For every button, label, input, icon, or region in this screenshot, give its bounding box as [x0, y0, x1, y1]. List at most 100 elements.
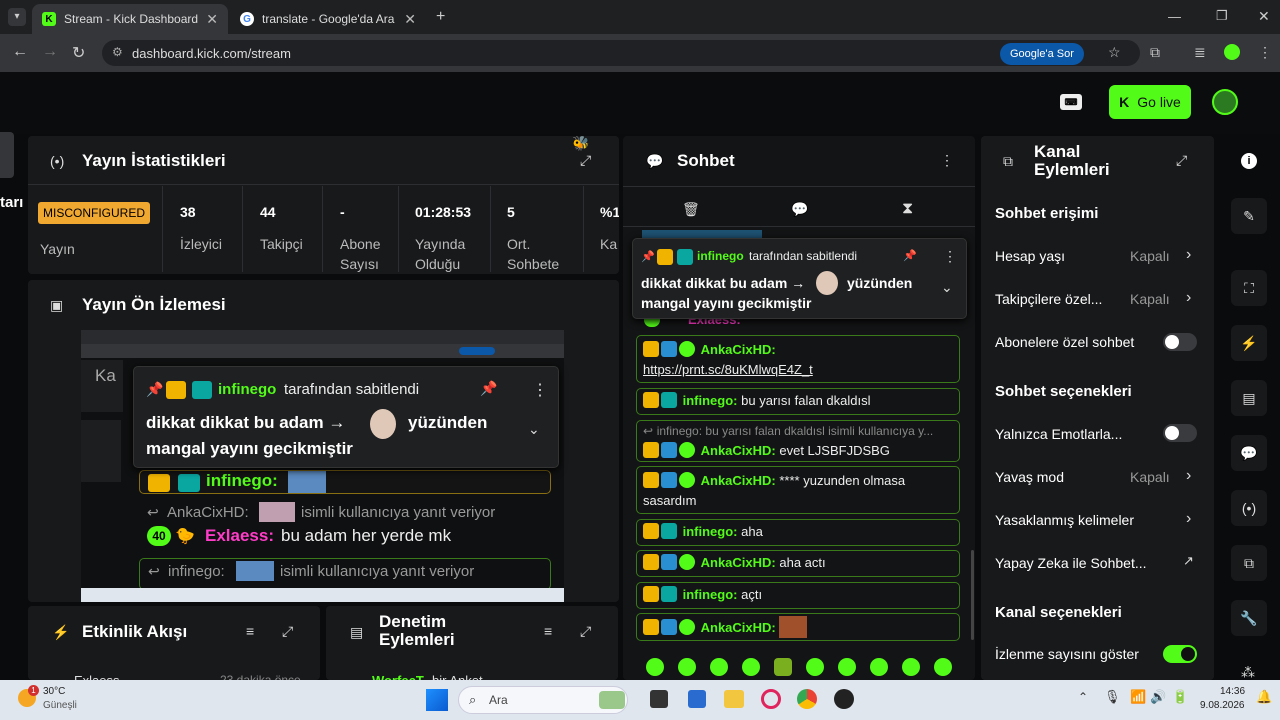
emote-icon[interactable]	[742, 658, 760, 676]
microphone-icon[interactable]: 🎙	[1104, 689, 1121, 705]
bookmark-star-icon[interactable]: ☆	[1108, 44, 1121, 61]
task-view-icon[interactable]	[650, 690, 668, 708]
emote-icon[interactable]	[710, 658, 728, 676]
screen-icon[interactable]: ⛶	[1231, 270, 1267, 306]
edit-icon[interactable]: ✎	[1231, 198, 1267, 234]
store-icon[interactable]	[688, 690, 706, 708]
clock-time[interactable]: 14:36	[1220, 686, 1245, 697]
popout-icon[interactable]: ⤢	[580, 623, 591, 640]
emote-icon[interactable]	[774, 658, 792, 676]
notification-icon[interactable]: 🔔	[1256, 689, 1272, 705]
profile-avatar-icon[interactable]	[1224, 44, 1240, 60]
windows-start-icon[interactable]	[426, 689, 448, 711]
emote-icon[interactable]	[838, 658, 856, 676]
emote-only-toggle[interactable]	[1163, 424, 1197, 442]
site-info-icon[interactable]: ⚙	[112, 45, 123, 59]
url-field[interactable]: ⚙ dashboard.kick.com/stream	[102, 40, 1140, 66]
chat-username[interactable]: AnkaCixHD:	[701, 443, 776, 458]
user-avatar[interactable]	[1212, 89, 1238, 115]
chrome-icon[interactable]	[797, 689, 817, 709]
ai-chat-row[interactable]: Yapay Zeka ile Sohbet... ↗	[985, 547, 1207, 579]
followers-only-row[interactable]: Takipçilere özel... Kapalı ›	[985, 283, 1207, 315]
popout-icon[interactable]: ⤢	[580, 152, 591, 169]
reload-icon[interactable]: ↻	[72, 43, 85, 63]
chat-message[interactable]: infinego: açtı	[636, 582, 960, 609]
banned-words-row[interactable]: Yasaklanmış kelimeler ›	[985, 504, 1207, 536]
close-tab-icon[interactable]: ✕	[206, 11, 218, 28]
document-icon[interactable]: ▤	[1231, 380, 1267, 416]
left-collapsed-panel[interactable]	[0, 132, 14, 178]
forward-icon[interactable]: →	[42, 43, 58, 61]
unpin-icon[interactable]: 📌	[480, 380, 497, 397]
chat-bubble-icon[interactable]: 💬	[791, 201, 808, 218]
battery-icon[interactable]: 🔋	[1172, 689, 1188, 705]
emote-icon[interactable]	[934, 658, 952, 676]
chevron-down-icon[interactable]: ⌄	[941, 279, 953, 296]
chat-message[interactable]: AnkaCixHD: https://prnt.sc/8uKMlwqE4Z_t	[636, 335, 960, 383]
chat-bubble-icon[interactable]: 💬	[1231, 435, 1267, 471]
new-tab-icon[interactable]: +	[436, 8, 445, 26]
extensions-icon[interactable]: ⧉	[1150, 44, 1160, 61]
chat-username[interactable]: AnkaCixHD:	[701, 620, 776, 635]
tab-google-search[interactable]: G translate - Google'da Ara ✕	[230, 4, 426, 34]
pinned-menu-icon[interactable]: ⋮	[532, 380, 548, 400]
show-viewers-toggle[interactable]	[1163, 645, 1197, 663]
slow-mode-row[interactable]: Yavaş mod Kapalı ›	[985, 461, 1207, 493]
chat-scrollbar[interactable]	[971, 550, 974, 640]
hourglass-icon[interactable]: ⧗	[902, 200, 913, 218]
chat-message[interactable]: ↩ infinego: bu yarısı falan dkaldısl isi…	[636, 420, 960, 462]
browser-menu-icon[interactable]: ⋮	[1258, 44, 1272, 61]
lightning-icon[interactable]: ⚡	[1231, 325, 1267, 361]
maximize-icon[interactable]: ❐	[1216, 8, 1228, 24]
reading-list-icon[interactable]: ≣	[1194, 44, 1206, 61]
popout-icon[interactable]: ⤢	[1176, 152, 1187, 169]
emote-icon[interactable]	[646, 658, 664, 676]
emote-icon[interactable]	[806, 658, 824, 676]
clock-date[interactable]: 9.08.2026	[1200, 700, 1245, 711]
chat-link[interactable]: https://prnt.sc/8uKMlwqE4Z_t	[643, 362, 813, 377]
chat-username[interactable]: AnkaCixHD:	[701, 342, 776, 357]
chat-menu-icon[interactable]: ⋮	[940, 152, 954, 169]
chat-username[interactable]: AnkaCixHD:	[701, 555, 776, 570]
chat-message[interactable]: AnkaCixHD:	[636, 613, 960, 641]
chat-username[interactable]: infinego:	[683, 393, 738, 408]
info-icon[interactable]: i	[1241, 153, 1257, 169]
filter-icon[interactable]: ≡	[246, 623, 254, 639]
chat-message[interactable]: AnkaCixHD: aha actı	[636, 550, 960, 577]
close-window-icon[interactable]: ✕	[1258, 8, 1270, 25]
tab-kick-dashboard[interactable]: K Stream - Kick Dashboard ✕	[32, 4, 228, 34]
layout-icon[interactable]: ⧉	[1231, 545, 1267, 581]
file-explorer-icon[interactable]	[724, 690, 744, 708]
apps-icon[interactable]: ⁂	[1241, 664, 1255, 681]
go-live-button[interactable]: K Go live	[1109, 85, 1191, 119]
chat-message[interactable]: infinego: aha	[636, 519, 960, 546]
volume-icon[interactable]: 🔊	[1150, 689, 1166, 705]
back-icon[interactable]: ←	[12, 43, 28, 61]
pinned-menu-icon[interactable]: ⋮	[943, 248, 957, 265]
app-icon[interactable]	[834, 689, 854, 709]
minimize-icon[interactable]: —	[1168, 9, 1181, 24]
filter-icon[interactable]: ≡	[544, 623, 552, 639]
chat-username[interactable]: AnkaCixHD:	[701, 473, 776, 488]
emote-icon[interactable]	[870, 658, 888, 676]
chat-username[interactable]: infinego:	[683, 587, 738, 602]
emote-icon[interactable]	[678, 658, 696, 676]
chat-message[interactable]: AnkaCixHD: **** yuzunden olmasa sasardım	[636, 466, 960, 514]
google-sor-button[interactable]: Google'a Sor	[1000, 43, 1084, 65]
account-age-row[interactable]: Hesap yaşı Kapalı ›	[985, 240, 1207, 272]
wifi-icon[interactable]: 📶	[1130, 689, 1146, 705]
emote-icon[interactable]	[902, 658, 920, 676]
chat-reply-context[interactable]: infinego: bu yarısı falan dkaldısl isiml…	[657, 424, 934, 438]
chevron-down-icon[interactable]: ⌄	[528, 421, 540, 438]
opera-icon[interactable]	[761, 689, 781, 709]
broadcast-icon[interactable]: (•)	[1231, 490, 1267, 526]
tray-chevron-up-icon[interactable]: ⌃	[1078, 690, 1088, 704]
subs-only-toggle[interactable]	[1163, 333, 1197, 351]
close-tab-icon[interactable]: ✕	[404, 11, 416, 28]
popout-icon[interactable]: ⤢	[282, 623, 293, 640]
unpin-icon[interactable]: 📌	[903, 249, 917, 262]
tab-list-icon[interactable]: ▾	[8, 8, 26, 26]
wrench-icon[interactable]: 🔧	[1231, 600, 1267, 636]
chat-message[interactable]: infinego: bu yarısı falan dkaldısl	[636, 388, 960, 415]
keyboard-icon[interactable]: ⌨	[1060, 94, 1082, 110]
